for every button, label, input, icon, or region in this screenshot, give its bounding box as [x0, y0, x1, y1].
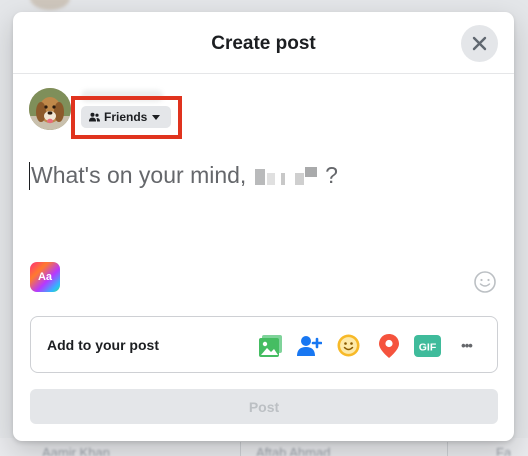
close-icon — [472, 36, 487, 51]
background-name-3: Fa Riz — [496, 447, 512, 456]
feeling-activity-button[interactable] — [335, 332, 362, 359]
create-post-dialog: Create post Friends What's on your mind,… — [13, 12, 514, 441]
background-divider — [447, 442, 448, 456]
svg-text:GIF: GIF — [419, 341, 437, 353]
check-in-icon — [378, 333, 399, 358]
post-composer-input[interactable] — [29, 146, 499, 256]
post-button[interactable]: Post — [30, 389, 498, 424]
photo-video-icon — [259, 334, 282, 357]
text-format-label: Aa — [37, 271, 53, 283]
audience-highlight-annotation — [71, 96, 182, 139]
more-options-button[interactable]: ••• — [453, 332, 480, 359]
text-background-button[interactable]: Aa — [30, 262, 60, 292]
background-avatar — [30, 0, 70, 10]
dog-photo — [29, 88, 71, 130]
background-divider — [240, 442, 241, 456]
dialog-title: Create post — [211, 33, 316, 54]
close-button[interactable] — [461, 25, 498, 62]
text-cursor — [29, 162, 30, 190]
background-name-1: Aamir Khan — [42, 447, 110, 456]
more-icon: ••• — [461, 338, 473, 353]
background-name-2: Aftab Ahmad — [256, 447, 331, 456]
dialog-header: Create post — [13, 12, 514, 74]
photo-video-button[interactable] — [257, 332, 284, 359]
add-to-post-bar: Add to your post GIF ••• — [30, 316, 498, 373]
emoji-icon[interactable] — [473, 270, 497, 294]
feeling-activity-icon — [337, 334, 360, 357]
gif-button[interactable]: GIF — [414, 332, 441, 359]
tag-people-button[interactable] — [295, 332, 322, 359]
add-to-post-label: Add to your post — [47, 337, 159, 353]
gif-icon: GIF — [414, 334, 441, 357]
check-in-button[interactable] — [375, 332, 402, 359]
avatar[interactable] — [29, 88, 71, 130]
tag-people-icon — [296, 335, 322, 356]
